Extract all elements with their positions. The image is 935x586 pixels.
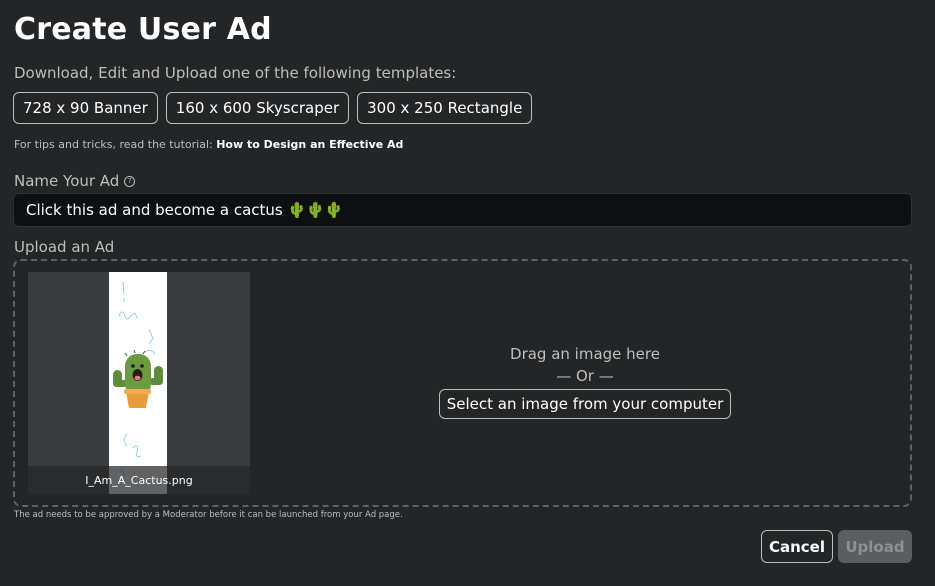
image-preview: I_Am_A_Cactus.png [28, 272, 250, 494]
page-title: Create User Ad [14, 12, 272, 47]
template-skyscraper-button[interactable]: 160 x 600 Skyscraper [165, 92, 350, 124]
upload-ad-label: Upload an Ad [14, 238, 115, 256]
upload-dropzone[interactable]: I_Am_A_Cactus.png Drag an image here — O… [13, 259, 912, 507]
create-user-ad-page: Create User Ad Download, Edit and Upload… [0, 0, 935, 586]
select-image-button[interactable]: Select an image from your computer [438, 389, 732, 419]
moderator-approval-note: The ad needs to be approved by a Moderat… [14, 510, 403, 520]
tips-text: For tips and tricks, read the tutorial: … [14, 138, 403, 151]
upload-button[interactable]: Upload [838, 530, 912, 563]
ad-name-input[interactable] [13, 193, 912, 227]
tips-prefix: For tips and tricks, read the tutorial: [14, 138, 213, 151]
uploaded-file-name: I_Am_A_Cactus.png [28, 466, 250, 494]
or-divider-text: — Or — [556, 367, 614, 385]
name-ad-label-text: Name Your Ad [14, 172, 120, 190]
cactus-ad-artwork [113, 281, 163, 477]
template-rectangle-button[interactable]: 300 x 250 Rectangle [357, 92, 533, 124]
cancel-button[interactable]: Cancel [761, 530, 833, 563]
dropzone-prompt: Drag an image here — Or — Select an imag… [425, 343, 745, 419]
drag-image-text: Drag an image here [510, 345, 660, 363]
uploaded-ad-image [109, 272, 167, 494]
tutorial-link[interactable]: How to Design an Effective Ad [216, 138, 403, 151]
name-ad-label: Name Your Ad ? [14, 172, 136, 190]
question-circle-icon[interactable]: ? [124, 176, 136, 187]
cactus-icon [113, 349, 163, 408]
templates-instructions: Download, Edit and Upload one of the fol… [14, 64, 457, 82]
template-buttons: 728 x 90 Banner 160 x 600 Skyscraper 300… [13, 92, 533, 124]
template-banner-button[interactable]: 728 x 90 Banner [13, 92, 158, 124]
